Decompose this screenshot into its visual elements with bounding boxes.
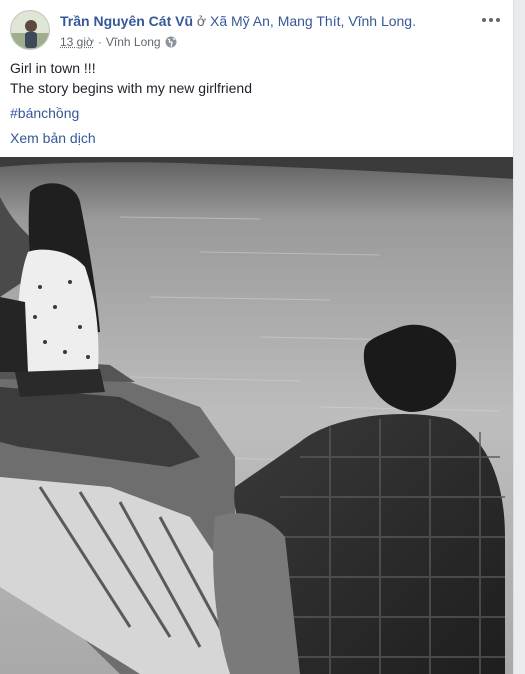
author-avatar[interactable]	[10, 10, 50, 50]
post-subline: 13 giờ · Vĩnh Long	[60, 34, 463, 50]
see-translation-link[interactable]: Xem bản dịch	[10, 128, 503, 148]
hashtag-link[interactable]: #bánchồng	[10, 103, 503, 123]
globe-icon[interactable]	[165, 36, 177, 48]
post-text-line: Girl in town !!!	[10, 60, 96, 76]
post-text-line: The story begins with my new girlfriend	[10, 80, 252, 96]
location-link[interactable]: Xã Mỹ An, Mang Thít, Vĩnh Long.	[210, 13, 416, 29]
post-title-line: Trần Nguyên Cát Vũ ở Xã Mỹ An, Mang Thít…	[60, 12, 463, 30]
post-body: Girl in town !!! The story begins with m…	[10, 58, 503, 148]
author-name-link[interactable]: Trần Nguyên Cát Vũ	[60, 13, 193, 29]
place-link[interactable]: Vĩnh Long	[106, 34, 161, 50]
location-prefix: ở	[196, 13, 207, 29]
meta-separator: ·	[97, 35, 102, 49]
post-timestamp-link[interactable]: 13 giờ	[60, 34, 94, 50]
post-meta: Trần Nguyên Cát Vũ ở Xã Mỹ An, Mang Thít…	[60, 12, 463, 50]
more-options-icon[interactable]	[479, 12, 503, 28]
feed-post: Trần Nguyên Cát Vũ ở Xã Mỹ An, Mang Thít…	[0, 0, 514, 674]
post-header: Trần Nguyên Cát Vũ ở Xã Mỹ An, Mang Thít…	[10, 10, 503, 54]
post-photo[interactable]	[0, 157, 513, 674]
